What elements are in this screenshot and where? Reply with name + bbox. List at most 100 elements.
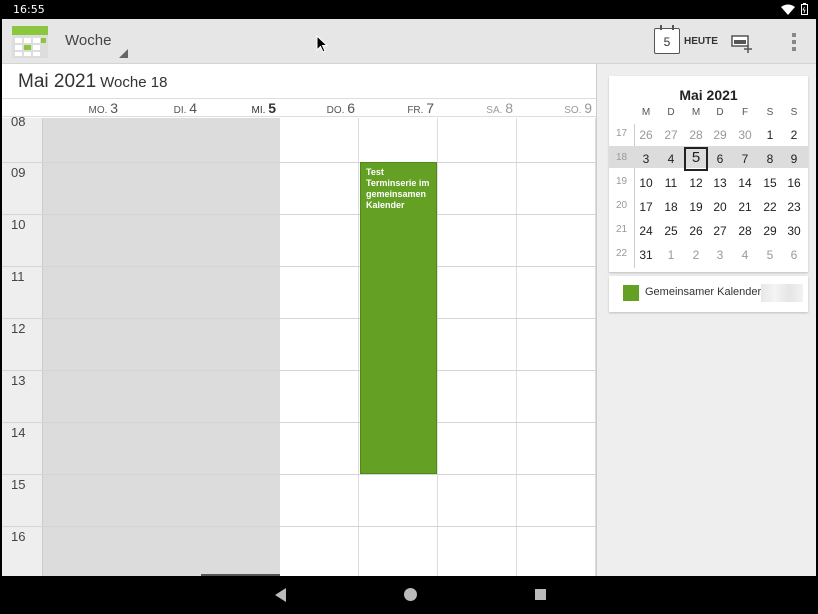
hour-label: 09 [11,165,26,180]
mini-calendar-week: 19 10 11 12 13 14 15 16 [609,170,808,192]
mini-calendar-day[interactable]: 29 [708,125,732,145]
day-name: SO. [564,105,585,116]
mini-calendar-day[interactable]: 4 [659,149,683,169]
weekday-initial: M [691,107,701,118]
day-name: DO. [326,105,348,116]
time-grid[interactable]: 08 09 10 11 12 13 14 15 16 Test Terminserie im ge… [2,114,596,576]
mini-calendar-day[interactable]: 5 [758,245,782,265]
dropdown-triangle-icon [119,49,128,58]
mini-calendar-day[interactable]: 27 [659,125,683,145]
mini-calendar-day[interactable]: 8 [758,149,782,169]
day-name: DI. [173,105,190,116]
mini-calendar-day[interactable]: 28 [733,221,757,241]
day-header[interactable]: DI. 4 [122,100,201,116]
mini-calendar-day[interactable]: 17 [634,197,658,217]
hour-line [2,422,596,423]
overflow-menu-button[interactable] [788,31,800,53]
wifi-icon [781,4,795,15]
mini-calendar-day[interactable]: 7 [733,149,757,169]
weekday-initial: M [641,107,651,118]
day-header[interactable]: MO. 3 [43,100,122,116]
mini-calendar-week: 21 24 25 26 27 28 29 30 [609,218,808,240]
mini-calendar-day[interactable]: 6 [708,149,732,169]
day-header[interactable]: SA. 8 [438,100,517,116]
mini-calendar-day[interactable]: 30 [782,221,806,241]
mini-calendar-day[interactable]: 3 [708,245,732,265]
calendar-legend[interactable]: Gemeinsamer Kalender [609,276,808,312]
mini-calendar-day[interactable]: 2 [684,245,708,265]
mini-calendar-day[interactable]: 22 [758,197,782,217]
calendar-day-icon: 5 [654,25,680,54]
day-number: 8 [505,100,513,116]
mini-calendar-day[interactable]: 29 [758,221,782,241]
mini-calendar-day[interactable]: 20 [708,197,732,217]
battery-icon [801,3,808,15]
day-column[interactable] [201,118,280,576]
mini-calendar-day[interactable]: 24 [634,221,658,241]
mini-calendar-day[interactable]: 1 [758,125,782,145]
mini-calendar-day[interactable]: 26 [684,221,708,241]
status-bar: 16:55 [0,0,818,19]
mini-calendar-day[interactable]: 26 [634,125,658,145]
mini-calendar-today[interactable]: 5 [684,147,708,171]
mini-calendar-day[interactable]: 6 [782,245,806,265]
mouse-pointer-icon [316,35,328,53]
today-button[interactable]: 5 HEUTE [654,25,718,55]
mini-calendar-day[interactable]: 9 [782,149,806,169]
week-number-label: 21 [615,224,628,235]
mini-calendar-day[interactable]: 27 [708,221,732,241]
hour-gutter [2,118,43,576]
status-time: 16:55 [13,3,45,16]
weekday-initial: D [667,107,675,118]
mini-calendar-day[interactable]: 10 [634,173,658,193]
mini-calendar-day[interactable]: 31 [634,245,658,265]
recents-button[interactable] [535,589,546,600]
week-number-label: 20 [615,200,628,211]
week-view: Mai 2021 Woche 18 MO. 3 DI. 4 MI. 5 DO. 6 FR.… [2,64,597,576]
mini-calendar-day[interactable]: 21 [733,197,757,217]
mini-calendar-day[interactable]: 14 [733,173,757,193]
mini-calendar-day[interactable]: 1 [659,245,683,265]
day-header[interactable]: SO. 9 [517,100,596,116]
mini-calendar-day[interactable]: 12 [684,173,708,193]
view-mode-dropdown[interactable]: Woche [65,32,131,60]
hour-label: 10 [11,217,26,232]
mini-calendar-day[interactable]: 23 [782,197,806,217]
hour-label: 08 [11,114,26,129]
view-mode-label: Woche [65,32,112,49]
day-column[interactable] [517,118,596,576]
hour-label: 16 [11,529,26,544]
side-panel: Mai 2021 M D M D F S S 17 26 27 28 29 30 1 2 18 3 4 5 6 7 8 9 1… [598,64,816,576]
mini-calendar-day[interactable]: 13 [708,173,732,193]
week-number-label: 17 [615,128,628,139]
mini-calendar-week: 22 31 1 2 3 4 5 6 [609,242,808,264]
mini-calendar-day[interactable]: 25 [659,221,683,241]
mini-calendar-day[interactable]: 15 [758,173,782,193]
mini-calendar-day[interactable]: 28 [684,125,708,145]
day-column[interactable] [280,118,359,576]
back-button[interactable] [275,588,286,602]
mini-calendar-day[interactable]: 18 [659,197,683,217]
day-header[interactable]: FR. 7 [359,100,438,116]
day-name: SA. [486,105,506,116]
mini-calendar-day[interactable]: 30 [733,125,757,145]
hour-label: 14 [11,425,26,440]
mini-calendar-day[interactable]: 2 [782,125,806,145]
day-number: 9 [584,100,592,116]
day-column[interactable] [122,118,201,576]
day-name: MO. [88,105,111,116]
mini-calendar-day[interactable]: 19 [684,197,708,217]
day-header[interactable]: DO. 6 [280,100,359,116]
add-event-button[interactable] [729,31,755,55]
day-column[interactable] [438,118,517,576]
home-button[interactable] [404,588,417,601]
mini-calendar-day[interactable]: 4 [733,245,757,265]
mini-calendar-day[interactable]: 3 [634,149,658,169]
calendar-event[interactable]: Test Terminserie im gemeinsamen Kalender [360,162,437,474]
hour-label: 13 [11,373,26,388]
mini-calendar-day[interactable]: 11 [659,173,683,193]
day-column[interactable] [43,118,122,576]
day-header[interactable]: MI. 5 [201,100,280,116]
mini-calendar-day[interactable]: 16 [782,173,806,193]
hour-label: 11 [11,269,25,284]
